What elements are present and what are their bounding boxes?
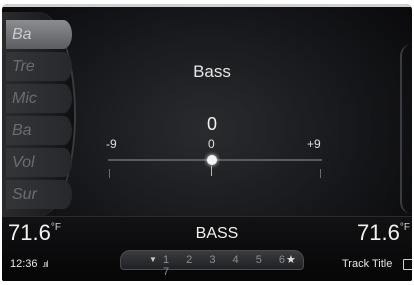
track-title: Track Title <box>342 258 393 270</box>
infotainment-frame: Ba Tre Mic Ba Vol Sur Bass 0 -9 0 +9 71.… <box>0 0 414 285</box>
slider-tick-min <box>109 169 110 178</box>
menu-item-surround[interactable]: Sur <box>6 180 72 209</box>
favorite-star-icon[interactable]: ★ <box>286 253 296 266</box>
temp-right[interactable]: 71.6°F <box>357 220 410 246</box>
menu-item-treble[interactable]: Tre <box>6 52 72 81</box>
max-label: +9 <box>307 137 321 151</box>
slider-tick-max <box>320 169 321 178</box>
slider-center-mark <box>211 166 212 176</box>
display-screen: Ba Tre Mic Ba Vol Sur Bass 0 -9 0 +9 71.… <box>2 4 412 281</box>
menu-item-label: Vol <box>12 154 35 171</box>
menu-item-label: Tre <box>12 58 35 75</box>
menu-item-label: Ba <box>12 26 32 43</box>
temp-right-value: 71.6 <box>357 220 400 245</box>
preset-arrow-icon[interactable]: ▼ <box>149 255 157 264</box>
bass-slider-knob[interactable] <box>207 155 217 165</box>
clock: 12:36 <box>10 258 38 270</box>
preset-bar[interactable]: ▼ 1 2 3 4 5 6 7 ★ <box>120 250 304 278</box>
audio-settings-menu: Ba Tre Mic Ba Vol Sur <box>6 20 72 212</box>
menu-item-balance[interactable]: Ba <box>6 116 72 145</box>
menu-item-bass[interactable]: Ba <box>6 20 72 49</box>
signal-icon: .ııl <box>42 259 48 269</box>
mode-label: BASS <box>195 225 239 242</box>
min-label: -9 <box>106 137 117 151</box>
preset-numbers[interactable]: 1 2 3 4 5 6 7 <box>163 254 303 278</box>
right-bezel-arc <box>400 44 412 214</box>
menu-item-label: Mic <box>12 90 37 107</box>
temp-unit: °F <box>399 222 410 233</box>
setting-value: 0 <box>206 114 217 134</box>
track-info-icon[interactable] <box>403 259 412 270</box>
menu-item-mid[interactable]: Mic <box>6 84 72 113</box>
temp-left[interactable]: 71.6°F <box>8 220 61 246</box>
menu-item-volume[interactable]: Vol <box>6 148 72 177</box>
temp-left-value: 71.6 <box>8 220 51 245</box>
menu-item-label: Ba <box>12 122 32 139</box>
setting-title: Bass <box>193 62 231 81</box>
menu-item-label: Sur <box>12 186 37 203</box>
top-rule <box>2 4 412 7</box>
temp-unit: °F <box>50 222 61 233</box>
center-label: 0 <box>208 137 215 151</box>
